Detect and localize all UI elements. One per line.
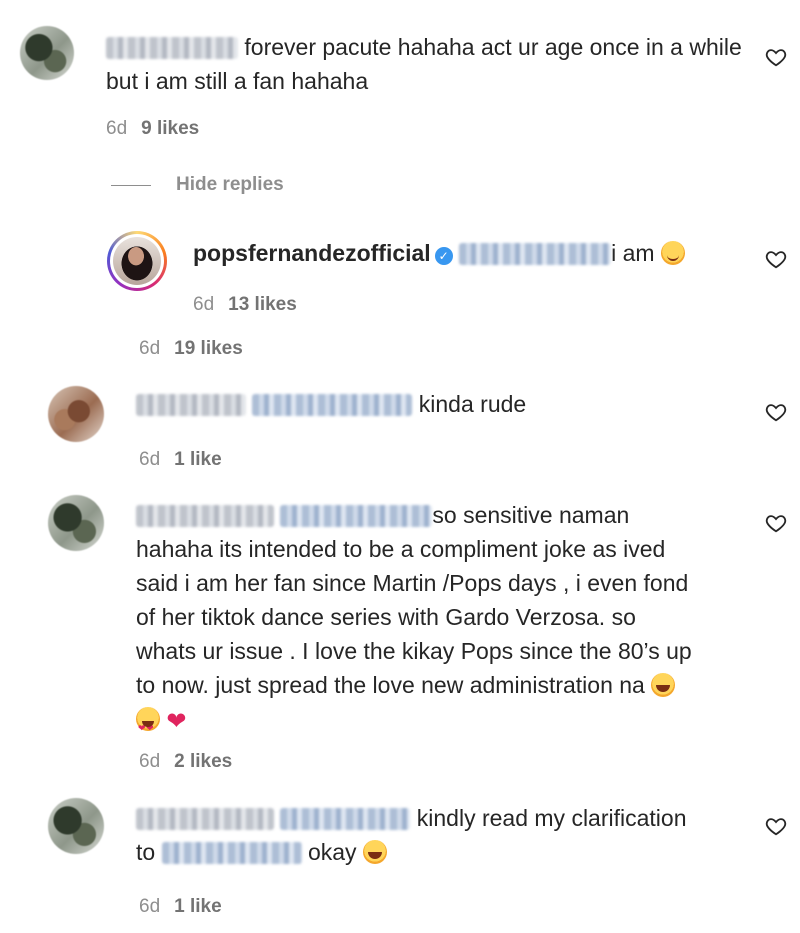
heart-eyes-emoji-icon [136, 707, 160, 745]
reply-text: popsfernandezofficial ✓ i am [193, 236, 685, 270]
comment-meta: 6d 2 likes [139, 751, 232, 773]
profile-photo [113, 237, 161, 285]
comment-meta: 6d 19 likes [139, 338, 243, 360]
comment-time: 6d [106, 118, 128, 139]
comment-meta: 6d 1 like [139, 896, 222, 918]
blurred-username[interactable] [136, 505, 274, 527]
comment-text: kindly read my clarification to okay [136, 805, 687, 865]
like-count[interactable]: 19 likes [174, 338, 243, 359]
comment-meta: 6d 9 likes [106, 118, 199, 140]
heart-icon[interactable] [765, 512, 787, 534]
comment-time: 6d [139, 338, 161, 359]
avatar[interactable] [20, 26, 74, 80]
reply-meta: 6d 13 likes [193, 294, 297, 316]
smile-emoji-icon [660, 241, 685, 265]
laughing-emoji-icon [362, 840, 387, 864]
avatar[interactable] [48, 798, 104, 854]
reply-username[interactable]: popsfernandezofficial [193, 240, 431, 266]
blurred-mention[interactable] [280, 505, 433, 527]
blurred-username[interactable] [106, 37, 238, 59]
divider-line [111, 185, 151, 186]
like-count[interactable]: 9 likes [141, 118, 199, 139]
heart-icon[interactable] [765, 401, 787, 423]
comment-meta: 6d 1 like [139, 449, 222, 471]
comment-time: 6d [139, 449, 161, 470]
blurred-username[interactable] [136, 394, 246, 416]
blurred-username[interactable] [136, 808, 274, 830]
story-avatar[interactable] [107, 231, 167, 291]
reply-time: 6d [193, 294, 215, 315]
like-count[interactable]: 1 like [174, 896, 222, 917]
avatar[interactable] [48, 495, 104, 551]
like-count[interactable]: 1 like [174, 449, 222, 470]
blurred-mention[interactable] [280, 808, 411, 830]
hide-replies-button[interactable]: Hide replies [176, 174, 284, 196]
comment-text: forever pacute hahaha act ur age once in… [106, 34, 742, 94]
heart-icon[interactable] [765, 815, 787, 837]
blurred-mention[interactable] [252, 394, 413, 416]
comment-time: 6d [139, 751, 161, 772]
heart-icon[interactable] [765, 248, 787, 270]
laughing-emoji-icon [651, 673, 676, 697]
like-count[interactable]: 2 likes [174, 751, 232, 772]
blurred-mention[interactable] [459, 243, 612, 265]
blurred-mention[interactable] [161, 842, 302, 864]
comment-time: 6d [139, 896, 161, 917]
comment-text: kinda rude [136, 387, 526, 421]
heart-icon[interactable] [765, 46, 787, 68]
comment-text: so sensitive naman hahaha its intended t… [136, 498, 736, 745]
red-heart-icon: ❤ [166, 708, 187, 735]
verified-badge-icon: ✓ [434, 247, 453, 265]
reply-like-count[interactable]: 13 likes [228, 294, 297, 315]
avatar[interactable] [48, 386, 104, 442]
